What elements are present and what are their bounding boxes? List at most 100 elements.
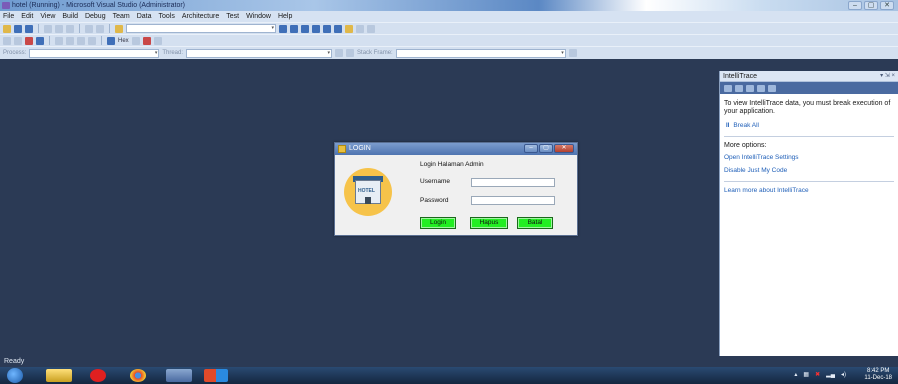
breakpoints-icon[interactable] bbox=[131, 36, 140, 45]
menu-help[interactable]: Help bbox=[278, 13, 292, 20]
step-over-icon[interactable] bbox=[77, 36, 85, 45]
intellitrace-panel: IntelliTrace ▾ ⇲ × To view IntelliTrace … bbox=[719, 71, 898, 356]
find-icon[interactable] bbox=[279, 24, 287, 33]
menu-tools[interactable]: Tools bbox=[159, 13, 175, 20]
continue-icon[interactable] bbox=[3, 36, 11, 45]
break-all-row[interactable]: II Break All bbox=[726, 122, 894, 130]
hex-display-icon[interactable] bbox=[107, 36, 115, 45]
stack-frame-label: Stack Frame: bbox=[357, 50, 393, 56]
chevron-down-icon: ▾ bbox=[561, 49, 564, 56]
explorer-taskbar-icon[interactable] bbox=[46, 369, 72, 382]
login-button[interactable]: Login bbox=[420, 217, 456, 229]
team-explorer-icon[interactable] bbox=[334, 24, 342, 33]
stop-debugging-icon[interactable] bbox=[25, 36, 33, 45]
action-center-icon[interactable]: ✖ bbox=[815, 371, 820, 378]
menu-window[interactable]: Window bbox=[246, 13, 271, 20]
menu-data[interactable]: Data bbox=[137, 13, 152, 20]
break-all-icon[interactable] bbox=[14, 36, 22, 45]
menu-build[interactable]: Build bbox=[62, 13, 78, 20]
undo-icon[interactable] bbox=[85, 24, 93, 33]
redo-icon[interactable] bbox=[96, 24, 104, 33]
intellitrace-message: To view IntelliTrace data, you must brea… bbox=[724, 100, 891, 115]
divider bbox=[724, 136, 894, 137]
visual-studio-taskbar-icon[interactable] bbox=[204, 369, 228, 382]
window-controls: – ▢ ✕ bbox=[848, 1, 894, 10]
toolbar-options-icon[interactable] bbox=[153, 36, 162, 45]
menu-file[interactable]: File bbox=[3, 13, 14, 20]
copy-icon[interactable] bbox=[55, 24, 63, 33]
learn-more-link[interactable]: Learn more about IntelliTrace bbox=[724, 187, 894, 195]
stack-frame-dropdown[interactable]: ▾ bbox=[395, 48, 566, 58]
intellitrace-body: To view IntelliTrace data, you must brea… bbox=[720, 94, 898, 199]
batal-button[interactable]: Batal bbox=[517, 217, 553, 229]
properties-icon[interactable] bbox=[301, 24, 309, 33]
panel-controls[interactable]: ▾ ⇲ × bbox=[880, 71, 895, 82]
menu-test[interactable]: Test bbox=[226, 13, 239, 20]
menu-edit[interactable]: Edit bbox=[21, 13, 33, 20]
chevron-down-icon: ▾ bbox=[327, 49, 331, 56]
chrome-taskbar-icon[interactable] bbox=[130, 369, 146, 382]
paste-icon[interactable] bbox=[66, 24, 74, 33]
toolbar-options-icon[interactable] bbox=[568, 49, 577, 57]
windows-menu-icon[interactable] bbox=[142, 36, 151, 45]
clock-time: 8:42 PM bbox=[867, 368, 890, 374]
file-manager-taskbar-icon[interactable] bbox=[166, 369, 192, 382]
menu-debug[interactable]: Debug bbox=[85, 13, 106, 20]
start-page-icon[interactable] bbox=[345, 24, 353, 33]
intellitrace-calls-icon[interactable] bbox=[735, 84, 743, 92]
solution-explorer-icon[interactable] bbox=[290, 24, 298, 33]
start-button-icon[interactable] bbox=[7, 368, 23, 383]
step-into-icon[interactable] bbox=[66, 36, 74, 45]
intellitrace-filter-icon[interactable] bbox=[768, 84, 776, 92]
extension-icon[interactable] bbox=[356, 24, 364, 33]
hotel-sign: HOTEL bbox=[358, 188, 375, 194]
show-flagged-icon[interactable] bbox=[346, 49, 355, 57]
thread-dropdown[interactable]: ▾ bbox=[186, 48, 333, 58]
open-file-icon[interactable] bbox=[14, 24, 22, 33]
new-project-icon[interactable] bbox=[3, 24, 11, 33]
break-all-link[interactable]: Break All bbox=[733, 122, 759, 130]
login-minimize-button[interactable]: – bbox=[524, 144, 538, 153]
save-icon[interactable] bbox=[25, 24, 33, 33]
start-debugging-icon[interactable] bbox=[115, 24, 123, 33]
close-button[interactable]: ✕ bbox=[880, 1, 894, 10]
show-hidden-icons-icon[interactable]: ▴ bbox=[794, 371, 797, 378]
status-bar: Ready bbox=[0, 356, 898, 367]
solution-config-dropdown[interactable]: ▾ bbox=[126, 24, 276, 33]
hapus-button[interactable]: Hapus bbox=[470, 217, 508, 229]
open-settings-link[interactable]: Open IntelliTrace Settings bbox=[724, 154, 894, 162]
opera-taskbar-icon[interactable] bbox=[90, 369, 106, 382]
toolbar-options-icon[interactable] bbox=[367, 24, 375, 33]
restart-icon[interactable] bbox=[36, 36, 44, 45]
disable-jmc-link[interactable]: Disable Just My Code bbox=[724, 167, 894, 175]
toolbox-icon[interactable] bbox=[323, 24, 331, 33]
menu-architecture[interactable]: Architecture bbox=[182, 13, 219, 20]
system-clock[interactable]: 8:42 PM 11-Dec-18 bbox=[864, 368, 892, 382]
menu-team[interactable]: Team bbox=[113, 13, 130, 20]
intellitrace-events-icon[interactable] bbox=[724, 84, 732, 92]
flag-threads-icon[interactable] bbox=[335, 49, 344, 57]
hex-button[interactable]: Hex bbox=[118, 38, 129, 44]
object-browser-icon[interactable] bbox=[312, 24, 320, 33]
intellitrace-settings-icon[interactable] bbox=[746, 84, 754, 92]
password-input[interactable] bbox=[471, 196, 555, 205]
menu-view[interactable]: View bbox=[40, 13, 55, 20]
window-title: hotel (Running) - Microsoft Visual Studi… bbox=[12, 2, 185, 9]
signal-icon[interactable]: ▂▄ bbox=[826, 371, 835, 378]
cut-icon[interactable] bbox=[44, 24, 52, 33]
form-icon bbox=[338, 145, 346, 153]
login-maximize-button[interactable]: ▢ bbox=[539, 144, 553, 153]
more-options-label: More options: bbox=[724, 142, 767, 149]
step-out-icon[interactable] bbox=[88, 36, 96, 45]
network-icon[interactable]: ▦ bbox=[803, 371, 809, 378]
login-close-button[interactable]: ✕ bbox=[554, 144, 574, 153]
taskbar: ▴ ▦ ✖ ▂▄ ◂) 8:42 PM 11-Dec-18 bbox=[0, 367, 898, 384]
username-input[interactable] bbox=[471, 178, 555, 187]
volume-icon[interactable]: ◂) bbox=[841, 371, 846, 378]
maximize-button[interactable]: ▢ bbox=[864, 1, 878, 10]
process-label: Process: bbox=[3, 50, 27, 56]
show-next-statement-icon[interactable] bbox=[55, 36, 63, 45]
minimize-button[interactable]: – bbox=[848, 1, 862, 10]
intellitrace-search-icon[interactable] bbox=[757, 84, 765, 92]
process-dropdown[interactable]: ▾ bbox=[29, 48, 160, 58]
